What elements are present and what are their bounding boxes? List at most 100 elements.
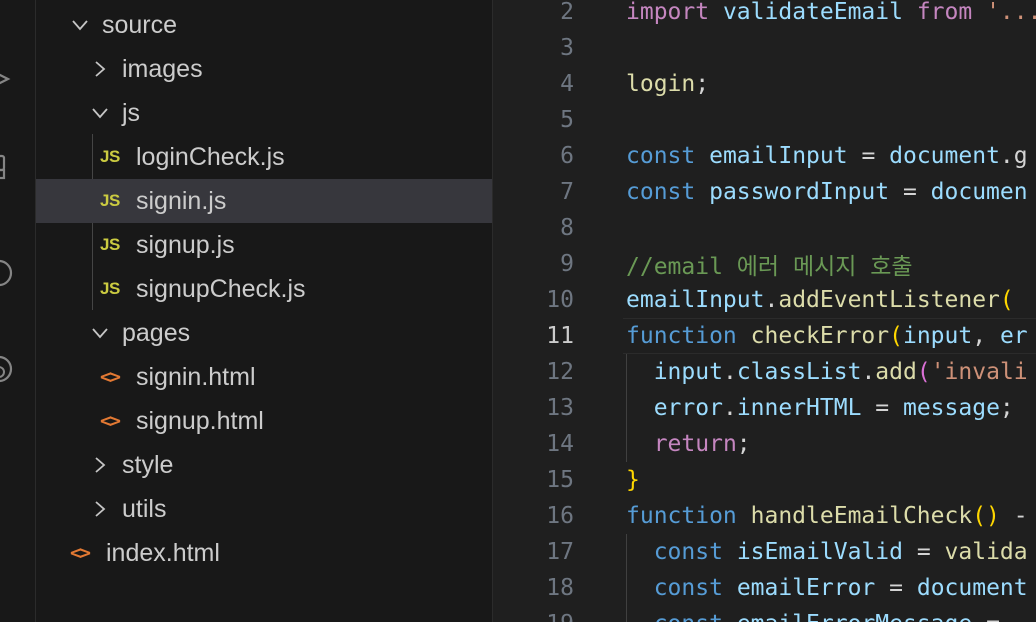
code-token: .: [861, 359, 876, 385]
code-token: .: [764, 287, 779, 313]
code-token: (: [999, 287, 1014, 313]
code-token: .: [722, 359, 737, 385]
tree-item-signupcheck-js[interactable]: JS signupCheck.js: [36, 267, 492, 311]
tree-item-utils[interactable]: utils: [36, 487, 492, 531]
code-line[interactable]: 4 login;: [493, 66, 1036, 102]
line-number: 12: [546, 359, 574, 385]
code-line[interactable]: 11 function checkError(input, er: [493, 318, 1036, 354]
remote-explorer-icon[interactable]: [0, 258, 14, 288]
code-text: //email 에러 메시지 호출: [626, 247, 913, 281]
code-line[interactable]: 17 const isEmailValid = valida: [493, 534, 1036, 570]
line-number: 11: [546, 323, 574, 349]
code-token: add: [875, 359, 917, 385]
code-token: return: [653, 431, 737, 457]
code-editor[interactable]: 2 import validateEmail from '... 3 4 login; 5…: [493, 0, 1036, 622]
code-line[interactable]: 19 const emailErrorMessage =: [493, 606, 1036, 622]
tree-item-pages[interactable]: pages: [36, 311, 492, 355]
code-text: const isEmailValid = valida: [626, 539, 1028, 565]
code-line[interactable]: 6 const emailInput = document.g: [493, 138, 1036, 174]
explorer-tree: source images js JS loginCheck.js JS signin.js…: [36, 0, 493, 622]
code-line[interactable]: 12 input.classList.add('invali: [493, 354, 1036, 390]
chevron-right-icon: [90, 59, 110, 79]
tree-item-signup-js[interactable]: JS signup.js: [36, 223, 492, 267]
line-number: 2: [560, 0, 574, 25]
code-line[interactable]: 7 const passwordInput = documen: [493, 174, 1036, 210]
tree-item-label: signin.js: [136, 186, 227, 215]
code-token: validateEmail: [722, 0, 903, 25]
tree-item-label: pages: [122, 318, 191, 347]
code-line[interactable]: 5: [493, 102, 1036, 138]
code-token: (): [972, 503, 1000, 529]
code-token: documen: [930, 179, 1028, 205]
github-icon[interactable]: [0, 354, 14, 384]
code-line[interactable]: 18 const emailError = document: [493, 570, 1036, 606]
code-line[interactable]: 15}: [493, 462, 1036, 498]
code-token: function: [626, 503, 737, 529]
code-token: ;: [999, 395, 1014, 421]
tree-item-signin-html[interactable]: <> signin.html: [36, 355, 492, 399]
code-token: =: [902, 539, 945, 565]
code-text: function checkError(input, er: [626, 323, 1028, 349]
code-token: =: [861, 395, 903, 421]
code-text: const emailInput = document.g: [626, 143, 1028, 169]
line-number: 18: [546, 575, 574, 601]
code-token: =: [847, 143, 890, 169]
line-number: 15: [546, 467, 574, 493]
code-line[interactable]: 2 import validateEmail from '...: [493, 0, 1036, 30]
code-token: const: [653, 575, 723, 601]
js-file-icon: JS: [100, 279, 120, 298]
tree-item-label: js: [122, 98, 141, 127]
line-number: 7: [560, 179, 574, 205]
tree-item-label: signup.js: [136, 230, 235, 259]
code-token: addEventListener: [778, 287, 1000, 313]
chevron-down-icon: [70, 15, 90, 35]
tree-item-js[interactable]: js: [36, 91, 492, 135]
code-line[interactable]: 13 error.innerHTML = message;: [493, 390, 1036, 426]
code-token: -: [999, 503, 1028, 529]
code-text: error.innerHTML = message;: [626, 395, 1014, 421]
line-number: 9: [560, 251, 574, 277]
code-text: login;: [626, 71, 709, 97]
code-text: }: [626, 467, 640, 493]
code-token: error: [653, 395, 723, 421]
tree-item-label: images: [122, 54, 203, 83]
html-file-icon: <>: [100, 410, 121, 432]
chevron-down-icon: [90, 103, 110, 123]
extensions-icon[interactable]: [0, 150, 14, 180]
tree-item-signup-html[interactable]: <> signup.html: [36, 399, 492, 443]
code-token: ;: [736, 431, 751, 457]
code-token: (: [916, 359, 931, 385]
chevron-right-icon: [90, 455, 110, 475]
code-line[interactable]: 14 return;: [493, 426, 1036, 462]
activity-bar: [0, 0, 36, 622]
tree-item-label: source: [102, 10, 178, 39]
tree-item-style[interactable]: style: [36, 443, 492, 487]
tree-item-index-html[interactable]: <> index.html: [36, 531, 492, 575]
run-debug-icon[interactable]: [0, 64, 14, 94]
line-number: 13: [546, 395, 574, 421]
code-token: classList: [736, 359, 862, 385]
code-text: const passwordInput = documen: [626, 179, 1028, 205]
code-line[interactable]: 10 emailInput.addEventListener(: [493, 282, 1036, 318]
code-token: document: [916, 575, 1028, 601]
code-line[interactable]: 9 //email 에러 메시지 호출: [493, 246, 1036, 282]
code-line[interactable]: 16 function handleEmailCheck() -: [493, 498, 1036, 534]
line-number: 3: [560, 35, 574, 61]
tree-item-signin-js[interactable]: JS signin.js: [36, 179, 492, 223]
tree-item-images[interactable]: images: [36, 47, 492, 91]
code-token: emailInput: [626, 287, 765, 313]
code-token: emailInput: [709, 143, 848, 169]
line-number: 10: [546, 287, 574, 313]
code-text: emailInput.addEventListener(: [626, 287, 1014, 313]
code-token: .: [722, 395, 737, 421]
tree-item-logincheck-js[interactable]: JS loginCheck.js: [36, 135, 492, 179]
code-line[interactable]: 3: [493, 30, 1036, 66]
tree-item-source[interactable]: source: [36, 3, 492, 47]
code-line[interactable]: 8: [493, 210, 1036, 246]
